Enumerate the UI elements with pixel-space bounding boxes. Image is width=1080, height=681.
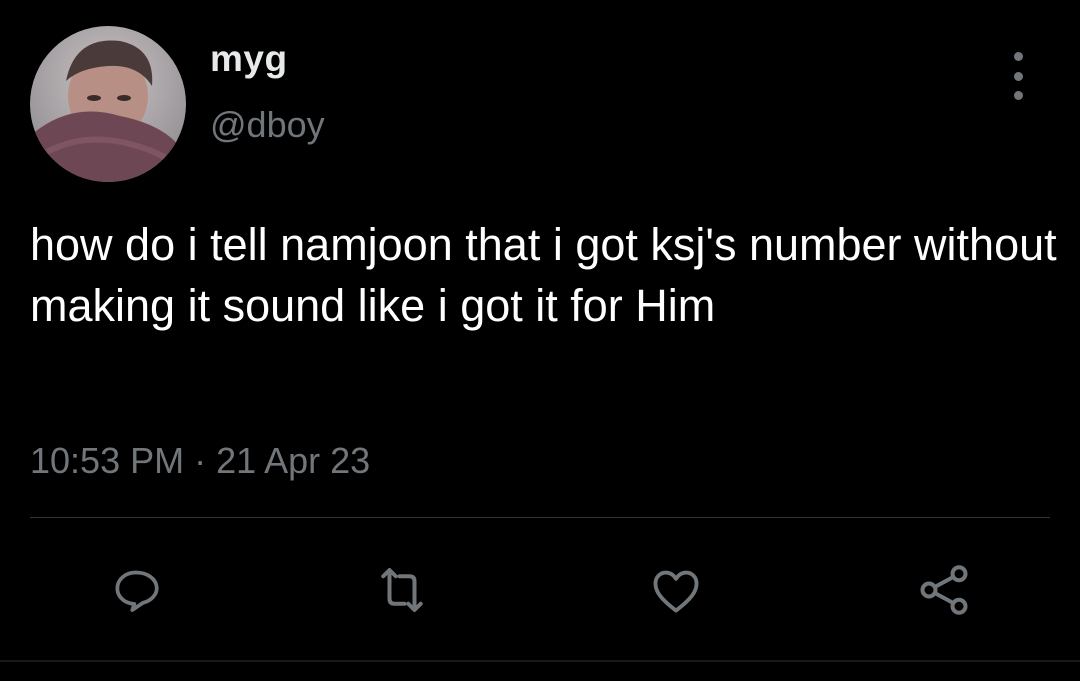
reply-icon [115, 570, 159, 612]
reply-button[interactable] [104, 558, 168, 622]
user-handle[interactable]: @dboy [210, 104, 325, 146]
more-options-icon[interactable] [1000, 52, 1036, 100]
share-button[interactable] [912, 558, 976, 622]
retweet-button[interactable] [370, 558, 434, 622]
divider [0, 660, 1080, 662]
like-button[interactable] [644, 558, 708, 622]
more-dot [1013, 91, 1023, 100]
more-dot [1013, 71, 1023, 81]
share-icon [920, 565, 968, 615]
retweet-icon [381, 568, 423, 612]
tweet-text: how do i tell namjoon that i got ksj's n… [30, 219, 1057, 331]
display-name[interactable]: myg [210, 38, 288, 80]
avatar[interactable] [30, 26, 186, 182]
avatar-photo [30, 26, 186, 182]
heart-icon [653, 570, 699, 613]
tweet-timestamp[interactable]: 10:53 PM · 21 Apr 23 [30, 440, 370, 482]
more-dot [1013, 52, 1023, 61]
divider [30, 517, 1050, 518]
